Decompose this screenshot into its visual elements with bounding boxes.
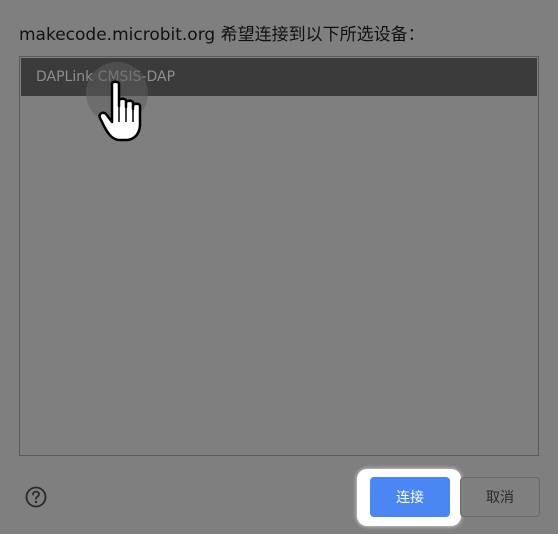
question-circle-icon[interactable] <box>25 486 47 508</box>
device-item-label: DAPLink CMSIS-DAP <box>36 69 176 85</box>
connect-button[interactable]: 连接 <box>370 477 450 517</box>
device-list[interactable]: DAPLink CMSIS-DAP <box>19 56 539 456</box>
dialog-title: makecode.microbit.org 希望连接到以下所选设备： <box>19 25 425 45</box>
cancel-button[interactable]: 取消 <box>460 477 540 517</box>
device-item-daplink[interactable]: DAPLink CMSIS-DAP <box>21 58 537 96</box>
